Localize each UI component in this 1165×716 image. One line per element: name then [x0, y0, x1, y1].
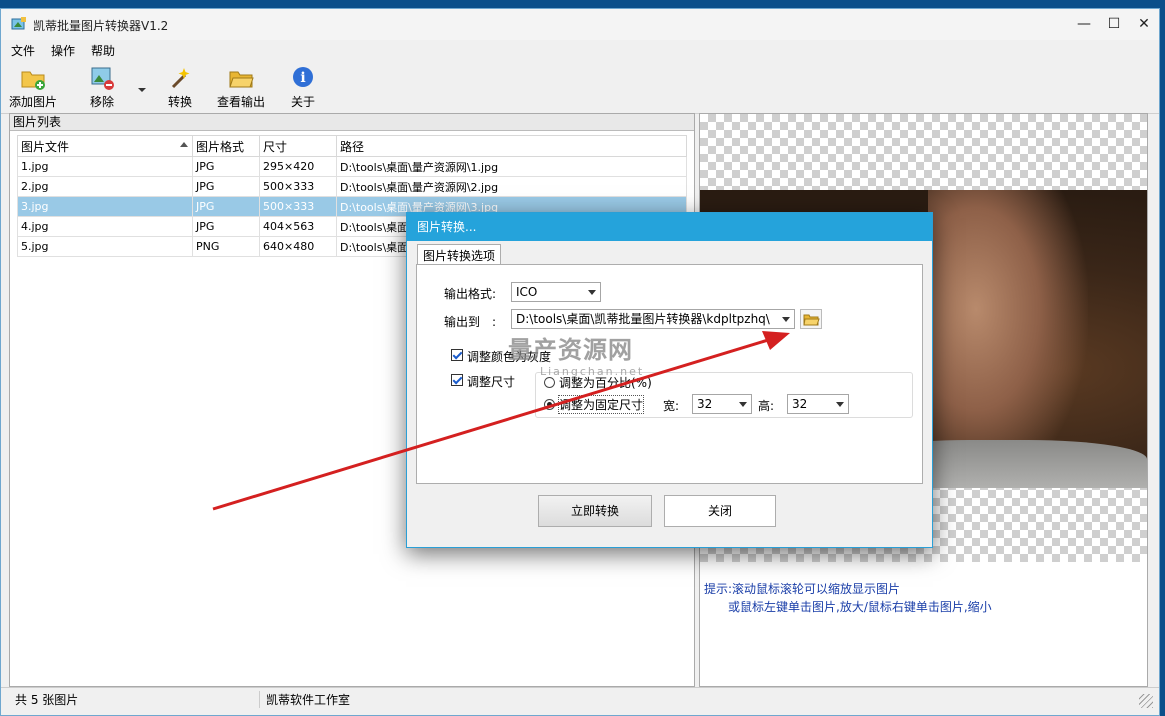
image-remove-icon [89, 65, 115, 91]
output-label: 输出到 : [444, 315, 497, 329]
folder-open-icon [228, 65, 254, 91]
resize-checkbox[interactable] [451, 374, 463, 386]
menu-file[interactable]: 文件 [1, 40, 41, 59]
column-format[interactable]: 图片格式 [192, 135, 260, 157]
convert-now-button[interactable]: 立即转换 [538, 495, 652, 527]
grayscale-label[interactable]: 调整颜色为灰度 [467, 348, 551, 365]
column-file[interactable]: 图片文件 [17, 135, 193, 157]
tab-convert-options[interactable]: 图片转换选项 [417, 244, 502, 266]
status-bar: 共 5 张图片 凯蒂软件工作室 [1, 687, 1159, 710]
image-list-header: 图片列表 [10, 114, 694, 131]
chevron-down-icon [836, 402, 844, 407]
menu-help[interactable]: 帮助 [81, 40, 121, 59]
convert-dialog: 图片转换... 图片转换选项 输出格式: ICO 输出到 : D:\tools\… [406, 212, 933, 548]
convert-button[interactable]: 转换 [167, 65, 193, 110]
remove-button[interactable]: 移除 [89, 65, 115, 110]
percent-radio[interactable] [544, 377, 555, 388]
column-size[interactable]: 尺寸 [259, 135, 337, 157]
resize-grip[interactable] [1139, 694, 1153, 708]
height-select[interactable]: 32 [787, 394, 849, 414]
folder-add-icon [20, 65, 46, 91]
table-row[interactable]: 2.jpg JPG 500×333 D:\tools\桌面\量产资源网\2.jpg [17, 176, 687, 197]
about-button[interactable]: i 关于 [290, 65, 316, 110]
folder-open-icon [803, 314, 820, 326]
remove-dropdown-arrow[interactable] [137, 83, 147, 97]
chevron-down-icon [782, 317, 790, 322]
window-title: 凯蒂批量图片转换器V1.2 [33, 19, 169, 33]
status-studio: 凯蒂软件工作室 [259, 691, 350, 708]
add-image-button[interactable]: 添加图片 [9, 65, 57, 110]
table-row[interactable]: 1.jpg JPG 295×420 D:\tools\桌面\量产资源网\1.jpg [17, 156, 687, 177]
dialog-title: 图片转换... [407, 213, 932, 241]
resize-label[interactable]: 调整尺寸 [467, 373, 515, 390]
menu-bar: 文件 操作 帮助 [1, 40, 1159, 61]
height-label: 高: [758, 399, 775, 413]
width-label: 宽: [663, 399, 680, 413]
minimize-button[interactable]: — [1069, 9, 1099, 40]
width-select[interactable]: 32 [692, 394, 752, 414]
menu-operate[interactable]: 操作 [41, 40, 81, 59]
chevron-down-icon [138, 88, 146, 92]
chevron-down-icon [739, 402, 747, 407]
preview-hint: 提示:滚动鼠标滚轮可以缩放显示图片 或鼠标左键单击图片,放大/鼠标右键单击图片,… [704, 582, 992, 614]
chevron-down-icon [588, 290, 596, 295]
format-label: 输出格式: [444, 287, 497, 301]
fixed-size-radio[interactable] [544, 399, 555, 410]
column-path[interactable]: 路径 [336, 135, 687, 157]
info-icon: i [290, 65, 316, 91]
options-panel: 输出格式: ICO 输出到 : D:\tools\桌面\凯蒂批量图片转换器\kd… [416, 264, 923, 484]
view-output-button[interactable]: 查看输出 [217, 65, 265, 110]
magic-wand-icon [167, 65, 193, 91]
title-bar: 凯蒂批量图片转换器V1.2 — ☐ ✕ [1, 9, 1159, 40]
browse-folder-button[interactable] [800, 309, 822, 329]
close-button[interactable]: ✕ [1129, 9, 1159, 40]
grayscale-checkbox[interactable] [451, 349, 463, 361]
app-icon [11, 16, 27, 32]
svg-text:i: i [300, 70, 305, 86]
maximize-button[interactable]: ☐ [1099, 9, 1129, 40]
format-select[interactable]: ICO [511, 282, 601, 302]
output-path-select[interactable]: D:\tools\桌面\凯蒂批量图片转换器\kdpltpzhq\ [511, 309, 795, 329]
toolbar: 添加图片 移除 转换 查看输出 i 关于 [1, 61, 1159, 114]
percent-label[interactable]: 调整为百分比(%) [559, 374, 652, 391]
close-dialog-button[interactable]: 关闭 [664, 495, 776, 527]
status-count: 共 5 张图片 [15, 693, 79, 707]
fixed-size-label[interactable]: 调整为固定尺寸 [557, 395, 645, 414]
sort-up-icon [180, 142, 188, 147]
